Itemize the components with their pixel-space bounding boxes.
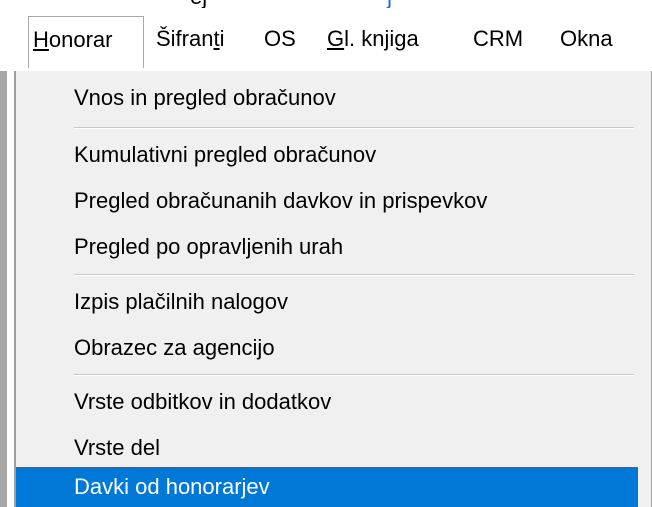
window-title-text: ej <box>190 0 207 8</box>
menu-item-obrazec-agencija[interactable]: Obrazec za agencijo <box>16 325 638 371</box>
menu-crm[interactable]: CRM <box>473 25 523 53</box>
honorar-dropdown-menu: Vnos in pregled obračunov Kumulativni pr… <box>14 71 652 507</box>
menu-honorar-label: onorar <box>48 27 113 52</box>
menu-item-label: Pregled po opravljenih urah <box>74 234 344 259</box>
menu-gl-knjiga-mnemonic: G <box>327 26 345 51</box>
menu-sifranti[interactable]: Šifranti <box>156 25 225 53</box>
menu-item-label: Davki od honorarjev <box>74 474 270 499</box>
menu-bar: Honorar Šifranti OS Gl. knjiga CRM Okna <box>0 8 652 71</box>
menu-okna-label: Okna <box>560 26 613 51</box>
menu-item-label: Vrste del <box>74 435 161 460</box>
menu-item-vrste-del[interactable]: Vrste del <box>16 425 638 471</box>
menu-sifranti-label-rest: i <box>219 26 225 51</box>
menu-item-vnos-pregled[interactable]: Vnos in pregled obračunov <box>16 75 638 121</box>
menu-item-izpis-nalogov[interactable]: Izpis plačilnih nalogov <box>16 279 638 325</box>
window-left-edge <box>0 71 7 507</box>
menu-os-label: OS <box>264 26 296 51</box>
window-title: ej j <box>0 0 652 8</box>
menu-item-label: Vrste odbitkov in dodatkov <box>74 389 332 414</box>
menu-item-davki-honorarjev[interactable]: Davki od honorarjev <box>16 467 638 507</box>
menu-separator <box>74 274 634 276</box>
menu-separator <box>74 127 634 129</box>
menu-os[interactable]: OS <box>264 25 296 53</box>
menu-gl-knjiga[interactable]: Gl. knjiga <box>327 25 419 53</box>
menu-item-label: Pregled obračunanih davkov in prispevkov <box>74 188 488 213</box>
menu-crm-label: CRM <box>473 26 524 51</box>
menu-item-kumulativni-pregled[interactable]: Kumulativni pregled obračunov <box>16 132 638 178</box>
menu-okna[interactable]: Okna <box>560 25 613 53</box>
menu-honorar-mnemonic: H <box>33 27 49 52</box>
menu-honorar[interactable]: Honorar <box>28 16 144 68</box>
menu-item-label: Izpis plačilnih nalogov <box>74 289 289 314</box>
menu-item-pregled-urah[interactable]: Pregled po opravljenih urah <box>16 224 638 270</box>
window-title-link: j <box>387 0 392 8</box>
menu-gl-knjiga-label: l. knjiga <box>344 26 419 51</box>
menu-item-label: Kumulativni pregled obračunov <box>74 142 377 167</box>
menu-item-vrste-odbitkov[interactable]: Vrste odbitkov in dodatkov <box>16 379 638 425</box>
window-title-strip: ej j <box>0 0 652 8</box>
menu-item-label: Obrazec za agencijo <box>74 335 275 360</box>
menu-item-label: Vnos in pregled obračunov <box>74 85 336 110</box>
menu-sifranti-label-pre: Šifran <box>156 26 214 51</box>
menu-separator <box>74 374 634 376</box>
menu-item-pregled-davkov[interactable]: Pregled obračunanih davkov in prispevkov <box>16 178 638 224</box>
